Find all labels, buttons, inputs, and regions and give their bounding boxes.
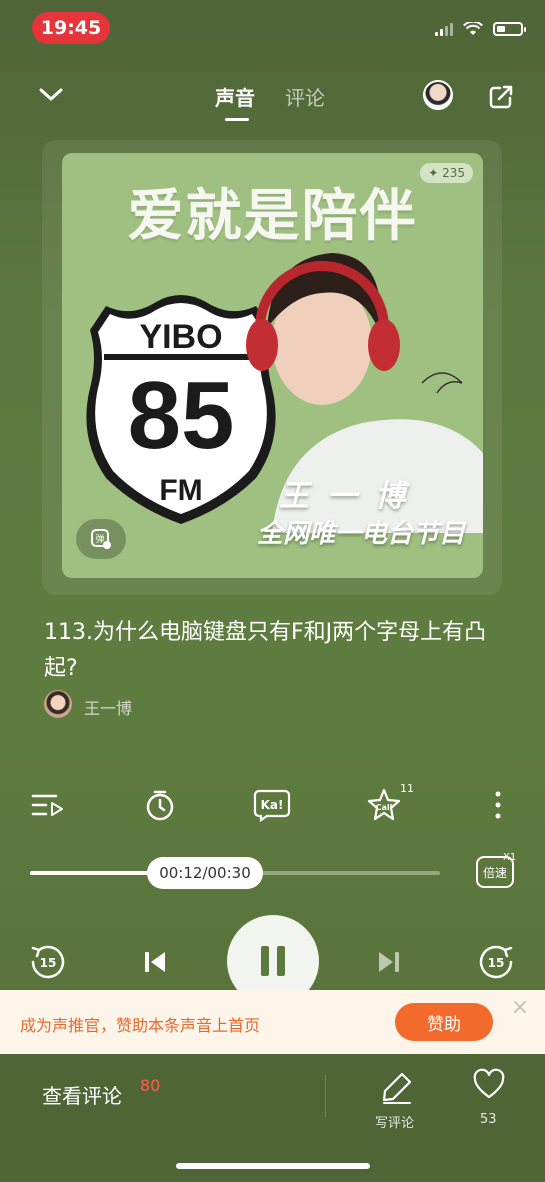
sponsor-button[interactable]: 赞助	[395, 1003, 493, 1041]
call-button[interactable]: Call	[364, 785, 404, 825]
ka-icon: Ka!	[253, 789, 291, 822]
tab-sound[interactable]: 声音	[215, 82, 255, 121]
status-icons	[435, 22, 526, 36]
author-avatar[interactable]	[44, 690, 72, 718]
call-label: Call	[376, 803, 393, 812]
cover-tagline: 全网唯一电台节目	[256, 519, 465, 549]
divider	[325, 1075, 326, 1117]
playlist-button[interactable]	[28, 785, 68, 825]
rewind-label: 15	[40, 956, 57, 970]
like-count: 53	[480, 1112, 497, 1127]
share-icon[interactable]	[488, 84, 514, 110]
skip-previous-icon	[145, 952, 165, 972]
call-star-icon: Call	[367, 788, 401, 821]
speed-value: X1	[503, 852, 517, 863]
tab-comments[interactable]: 评论	[285, 82, 325, 111]
home-indicator[interactable]	[176, 1163, 370, 1169]
status-time: 19:45	[32, 12, 110, 44]
sponsor-text: 成为声推官，赞助本条声音上首页	[20, 1016, 261, 1035]
view-comments-button[interactable]: 查看评论	[42, 1080, 122, 1109]
svg-text:弹: 弹	[95, 533, 104, 545]
avatar[interactable]	[423, 80, 453, 110]
call-count-badge: 11	[400, 782, 414, 795]
progress-time-thumb[interactable]: 00:12/00:30	[147, 857, 263, 889]
write-comment-label[interactable]: 写评论	[375, 1112, 414, 1131]
danmu-icon: 弹	[91, 529, 111, 549]
timer-icon	[146, 790, 174, 821]
comments-count: 80	[140, 1076, 161, 1095]
playlist-icon	[31, 794, 63, 816]
battery-icon	[493, 22, 526, 36]
more-vertical-icon	[495, 791, 501, 819]
signal-icon	[435, 22, 453, 36]
forward-15-icon: 15	[479, 945, 513, 979]
author-name[interactable]: 王一博	[84, 695, 132, 719]
cover-art: 爱就是陪伴 ✦ 235 YIBO 85 FM 王一博 全网唯一电台节目 弹	[62, 153, 483, 578]
pause-icon	[261, 946, 285, 976]
rewind-15-icon: 15	[31, 945, 65, 979]
timer-button[interactable]	[140, 785, 180, 825]
forward-label: 15	[488, 956, 505, 970]
collapse-chevron-icon[interactable]	[38, 86, 64, 104]
more-button[interactable]	[478, 785, 518, 825]
write-comment-icon[interactable]	[380, 1070, 414, 1104]
ka-label: Ka!	[261, 798, 284, 812]
logo-bottom-text: FM	[159, 474, 202, 507]
heart-icon[interactable]	[472, 1068, 506, 1102]
forward-15-button[interactable]: 15	[472, 937, 522, 987]
cover-host-name: 王一博	[279, 479, 423, 514]
ka-button[interactable]: Ka!	[252, 785, 292, 825]
skip-next-icon	[379, 952, 399, 972]
wifi-icon	[463, 22, 483, 35]
count-badge: ✦ 235	[420, 163, 473, 183]
banner-close-icon[interactable]: ×	[508, 996, 532, 1020]
logo-top-text: YIBO	[139, 318, 222, 356]
previous-button[interactable]	[130, 937, 180, 987]
episode-title: 113.为什么电脑键盘只有F和J两个字母上有凸起?	[44, 620, 487, 681]
danmu-button[interactable]: 弹	[76, 519, 126, 559]
next-button[interactable]	[364, 937, 414, 987]
rewind-15-button[interactable]: 15	[22, 937, 72, 987]
